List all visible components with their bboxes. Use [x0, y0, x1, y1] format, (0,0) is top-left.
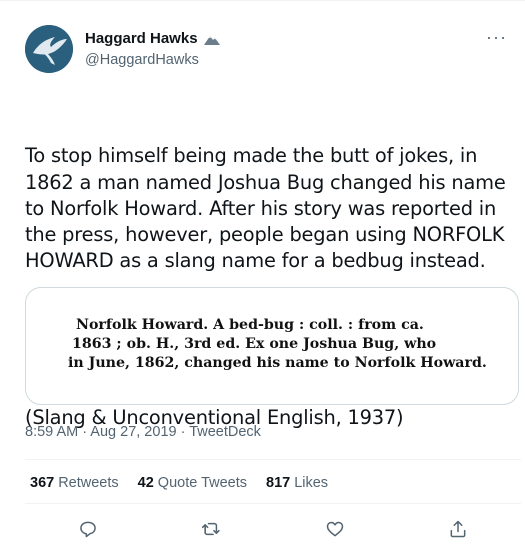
more-horizontal-icon[interactable]: ···: [486, 27, 507, 48]
display-name-text: Haggard Hawks: [85, 30, 198, 47]
reply-icon: [80, 521, 96, 538]
retweets-stat[interactable]: 367 Retweets: [30, 475, 119, 491]
likes-label: Likes: [294, 475, 329, 491]
likes-count: 817: [266, 475, 291, 491]
mountain-emoji-icon: [203, 32, 221, 46]
quote-tweets-stat[interactable]: 42 Quote Tweets: [138, 475, 247, 491]
tweet-date: Aug 27, 2019: [90, 424, 177, 440]
tweet-stats: 367 Retweets 42 Quote Tweets 817 Likes: [30, 475, 328, 491]
avatar[interactable]: [25, 25, 73, 73]
retweets-count: 367: [30, 475, 55, 491]
quote-tweets-label: Quote Tweets: [157, 475, 247, 491]
tweet-image[interactable]: Norfolk Howard. A bed-bug : coll. : from…: [25, 287, 519, 405]
hawk-logo-icon: [25, 25, 73, 73]
scan-line: Norfolk Howard. A bed-bug : coll. : from…: [76, 317, 424, 333]
divider: [25, 459, 521, 460]
author-handle[interactable]: @HaggardHawks: [85, 52, 221, 68]
share-button[interactable]: [445, 516, 471, 542]
retweets-label: Retweets: [58, 475, 119, 491]
tweet-paragraph: To stop himself being made the butt of j…: [25, 144, 512, 273]
tweet-timestamp: 8:59 AM · Aug 27, 2019 · TweetDeck: [25, 424, 261, 440]
divider: [25, 503, 521, 504]
share-icon: [450, 520, 466, 538]
meta-separator: ·: [176, 424, 190, 440]
quote-tweets-count: 42: [137, 475, 154, 491]
meta-separator: ·: [78, 424, 91, 440]
author-display-name[interactable]: Haggard Hawks: [85, 30, 221, 47]
scan-line: 1863 ; ob. H., 3rd ed. Ex one Joshua Bug…: [72, 336, 437, 352]
retweet-button[interactable]: [198, 516, 224, 542]
retweet-icon: [201, 522, 220, 536]
reply-button[interactable]: [75, 516, 101, 542]
tweet-source-link[interactable]: TweetDeck: [189, 424, 261, 440]
tweet-time-link[interactable]: 8:59 AM · Aug 27, 2019: [25, 424, 177, 440]
heart-icon: [326, 521, 344, 537]
scan-line: in June, 1862, changed his name to Norfo…: [68, 355, 487, 371]
tweet-card: Haggard Hawks @HaggardHawks ··· To stop …: [0, 0, 525, 557]
tweet-time: 8:59 AM: [25, 424, 79, 440]
likes-stat[interactable]: 817 Likes: [266, 475, 328, 491]
tweet-actions: [0, 516, 525, 544]
dictionary-scan: Norfolk Howard. A bed-bug : coll. : from…: [68, 316, 488, 373]
like-button[interactable]: [322, 516, 348, 542]
author-names: Haggard Hawks @HaggardHawks: [85, 30, 221, 68]
tweet-header: Haggard Hawks @HaggardHawks ···: [25, 23, 515, 73]
